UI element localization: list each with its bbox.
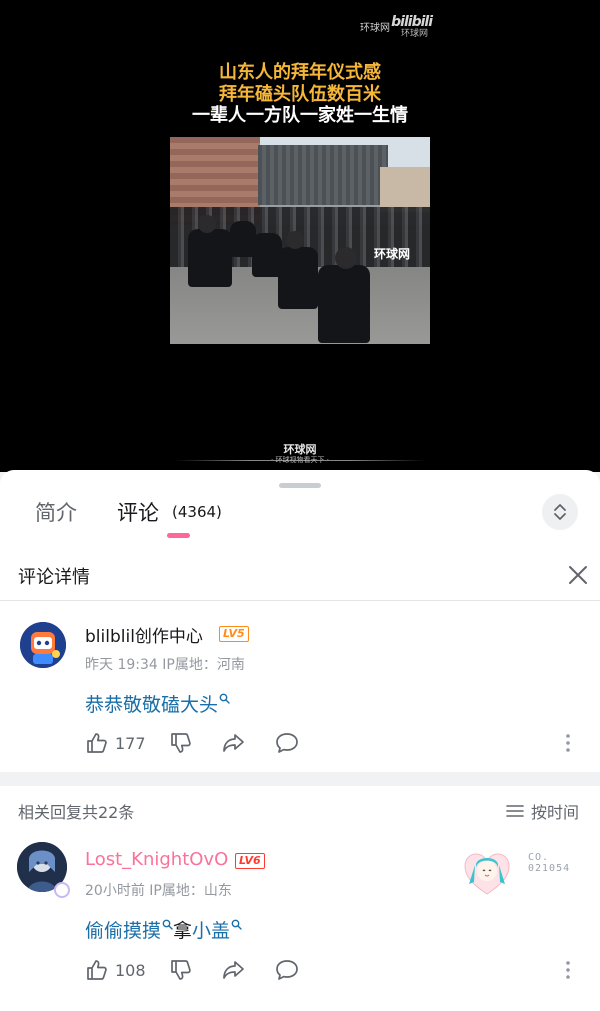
search-keyword-link[interactable]: 偷偷摸摸	[85, 920, 161, 942]
share-icon	[223, 961, 244, 979]
more-vertical-icon	[566, 961, 570, 979]
replies-header: 相关回复共22条 按时间	[0, 786, 600, 832]
source-watermark: 环球网	[360, 23, 390, 34]
comment-sheet: 简介 评论 (4364) 评论详情 blilblil创作中心 LV5 昨天 19…	[0, 470, 600, 1011]
like-button[interactable]: 108	[85, 957, 146, 983]
dislike-button[interactable]	[169, 957, 193, 983]
frame-watermark: 环球网	[374, 247, 411, 261]
bilibili-watermark-sub: 环球网	[400, 29, 428, 39]
close-button[interactable]	[565, 562, 591, 588]
like-button[interactable]: 177	[85, 730, 146, 756]
search-icon	[162, 919, 173, 930]
tab-comments[interactable]: 评论	[117, 497, 159, 527]
reply-comment: Lost_KnightOvO LV6 20小时前 IP属地：山东 CO. 021…	[0, 832, 600, 1011]
video-player[interactable]: bilibili 环球网 环球网 山东人的拜年仪式感 拜年磕头队伍数百米 一辈人…	[0, 0, 600, 472]
search-keyword-link[interactable]: 恭恭敬敬磕大头	[85, 694, 218, 716]
reply-total: 相关回复共22条	[18, 803, 135, 822]
like-count: 108	[115, 960, 146, 980]
comment-actions: 108	[85, 957, 585, 987]
comment-detail-title: 评论详情	[18, 567, 90, 588]
video-frame: 环球网	[170, 137, 430, 344]
sort-label: 按时间	[531, 803, 580, 822]
comment-count: (4364)	[172, 503, 222, 521]
level-badge: LV5	[219, 626, 249, 642]
fan-character-icon	[464, 853, 510, 895]
chevron-up-down-icon	[554, 504, 566, 520]
sort-button[interactable]: 按时间	[506, 799, 579, 823]
dislike-button[interactable]	[169, 730, 193, 756]
like-count: 177	[115, 733, 146, 753]
bottom-watermark-sub: · 环球视物看天下 ·	[271, 456, 329, 464]
expand-collapse-button[interactable]	[542, 494, 578, 530]
share-button[interactable]	[221, 730, 247, 756]
comment-actions: 177	[85, 730, 585, 760]
avatar[interactable]	[20, 622, 66, 668]
tab-intro[interactable]: 简介	[35, 497, 77, 527]
thumbs-up-icon	[87, 733, 107, 753]
search-keyword-link[interactable]: 小盖	[192, 920, 230, 942]
section-divider	[0, 772, 600, 786]
verified-badge-icon	[54, 882, 70, 898]
reply-button[interactable]	[274, 957, 300, 983]
drag-handle[interactable]	[279, 483, 321, 488]
comment-meta: 20小时前 IP属地：山东	[85, 883, 232, 899]
video-headline-3: 一辈人一方队一家姓一生情	[192, 105, 408, 126]
username[interactable]: Lost_KnightOvO	[85, 849, 228, 870]
comment-text: 偷偷摸摸 拿小盖	[85, 916, 242, 943]
search-icon	[231, 919, 242, 930]
more-vertical-icon	[566, 734, 570, 752]
comment-bubble-icon	[276, 960, 298, 980]
active-tab-indicator	[167, 533, 190, 538]
comment-plain-text: 拿	[173, 920, 193, 942]
share-button[interactable]	[221, 957, 247, 983]
tab-bar: 简介 评论 (4364)	[0, 492, 600, 552]
thumbs-down-icon	[171, 960, 191, 980]
comment-meta: 昨天 19:34 IP属地：河南	[85, 657, 245, 673]
username[interactable]: blilblil创作中心	[85, 622, 203, 647]
comment-text: 恭恭敬敬磕大头	[85, 690, 230, 717]
share-icon	[223, 734, 244, 752]
thumbs-up-icon	[87, 960, 107, 980]
sort-lines-icon	[506, 805, 524, 817]
level-badge: LV6	[235, 853, 265, 869]
close-icon	[569, 566, 587, 584]
more-options-button[interactable]	[563, 957, 573, 983]
thumbs-down-icon	[171, 733, 191, 753]
reply-button[interactable]	[274, 730, 300, 756]
search-icon	[219, 693, 230, 704]
root-comment: blilblil创作中心 LV5 昨天 19:34 IP属地：河南 恭恭敬敬磕大…	[0, 602, 600, 772]
comment-detail-header: 评论详情	[0, 553, 600, 601]
fan-medal-badge: CO. 021054	[462, 850, 577, 898]
comment-bubble-icon	[276, 733, 298, 753]
more-options-button[interactable]	[563, 730, 573, 756]
fan-medal-number: CO. 021054	[528, 852, 571, 874]
